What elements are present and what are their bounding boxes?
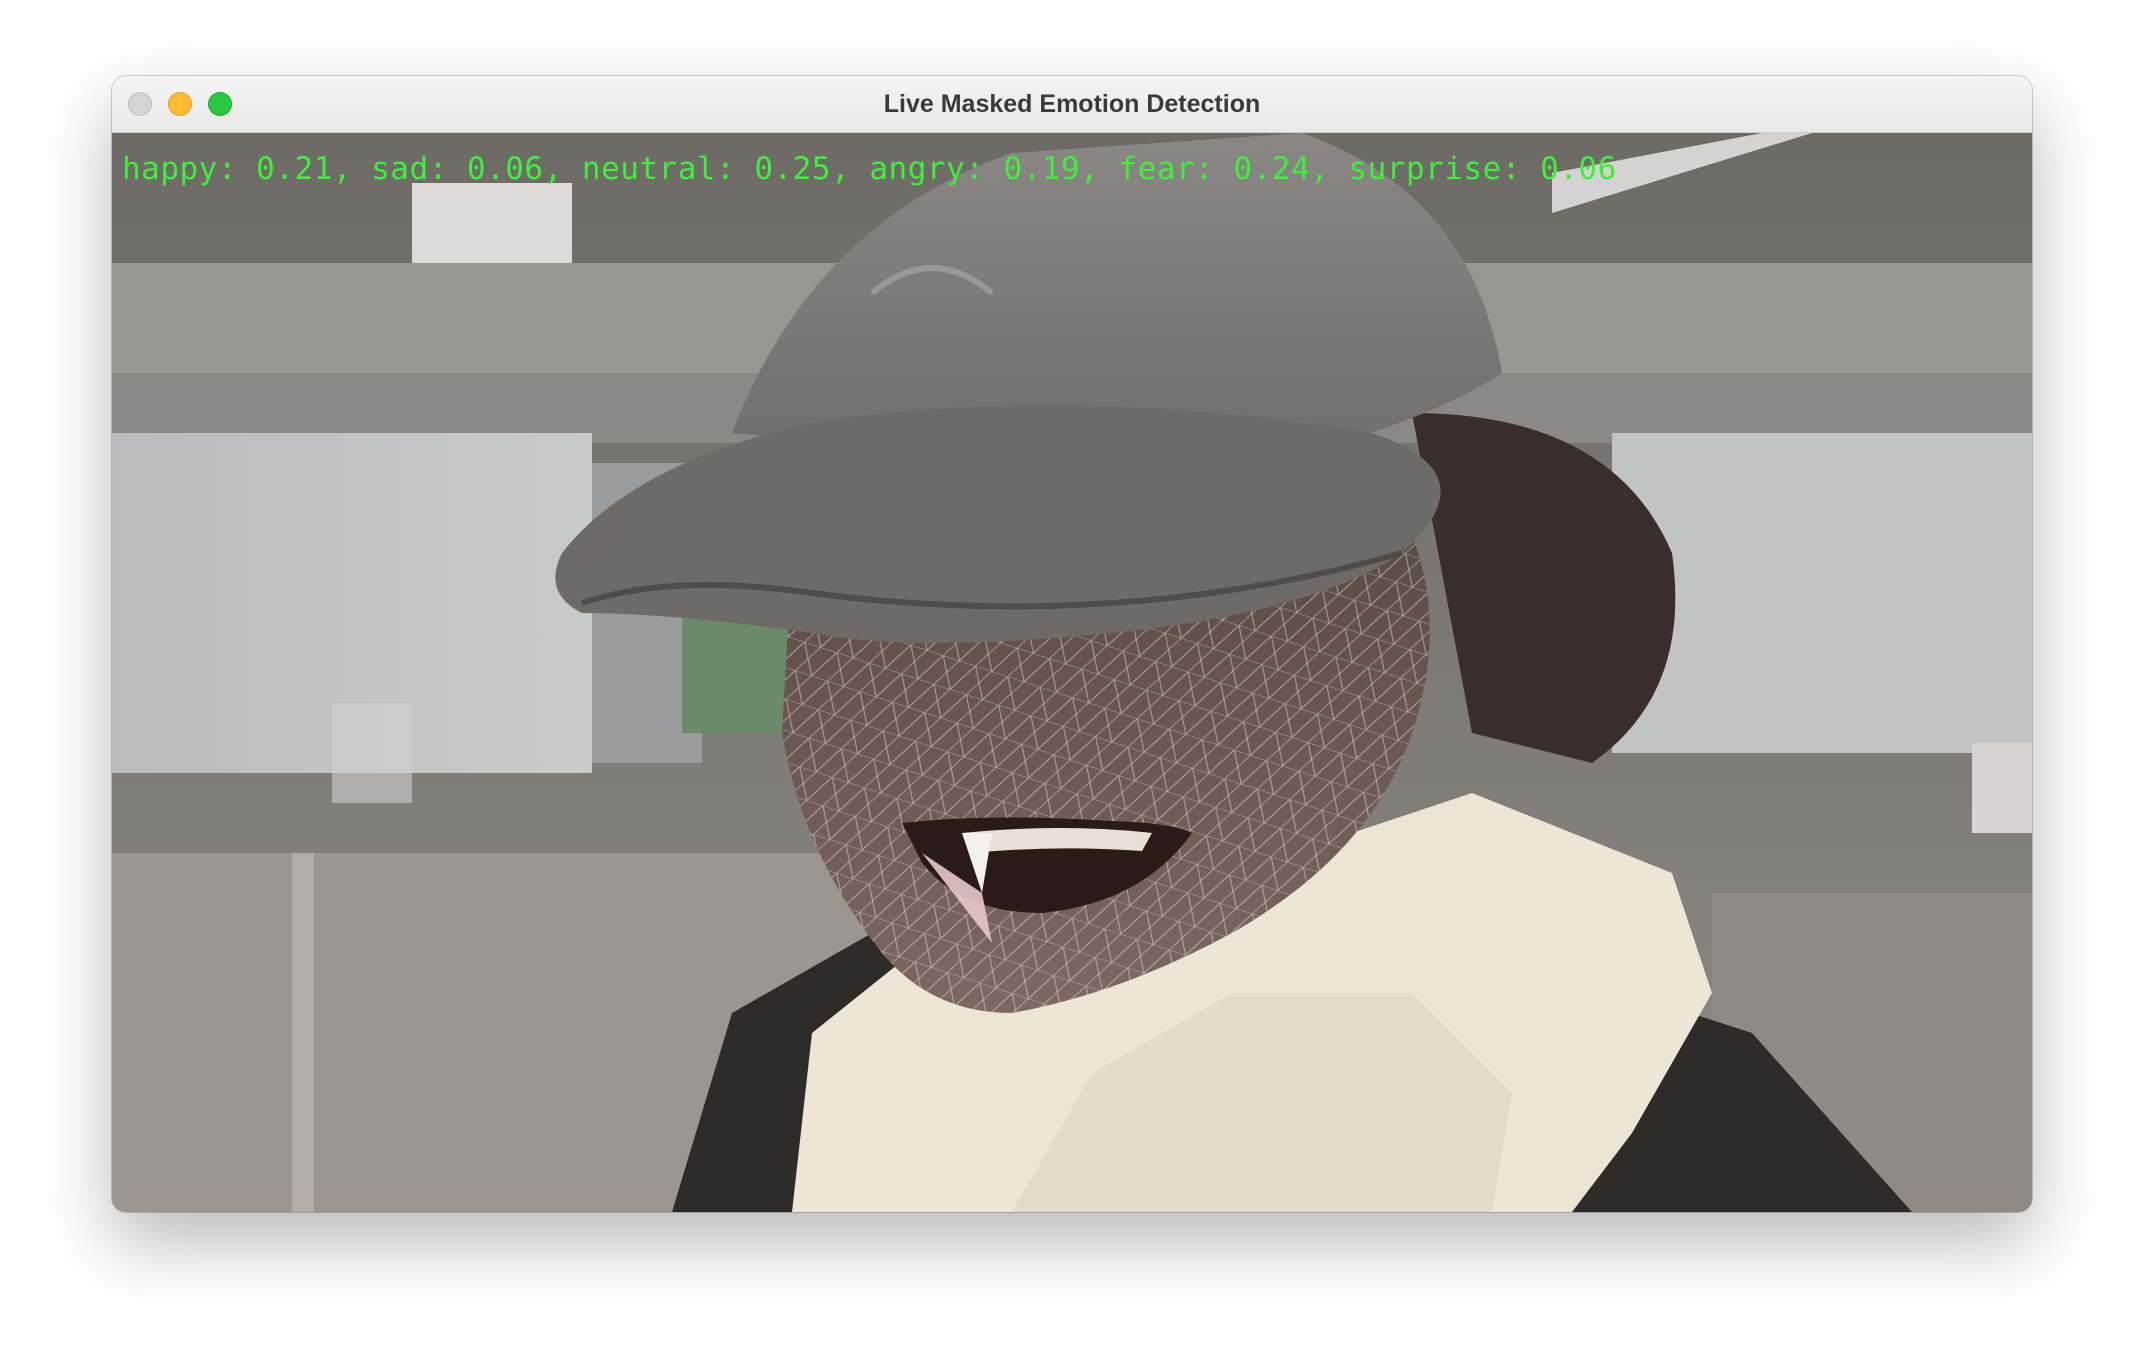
title-bar[interactable]: Live Masked Emotion Detection — [112, 76, 2032, 133]
minimize-icon[interactable] — [168, 92, 192, 116]
camera-frame-image — [112, 133, 2032, 1212]
zoom-icon[interactable] — [208, 92, 232, 116]
app-window: Live Masked Emotion Detection happy: 0.2… — [112, 76, 2032, 1212]
window-title: Live Masked Emotion Detection — [883, 89, 1261, 118]
camera-feed: happy: 0.21, sad: 0.06, neutral: 0.25, a… — [112, 133, 2032, 1212]
close-icon[interactable] — [128, 92, 152, 116]
emotion-scores-text: happy: 0.21, sad: 0.06, neutral: 0.25, a… — [122, 151, 1617, 187]
